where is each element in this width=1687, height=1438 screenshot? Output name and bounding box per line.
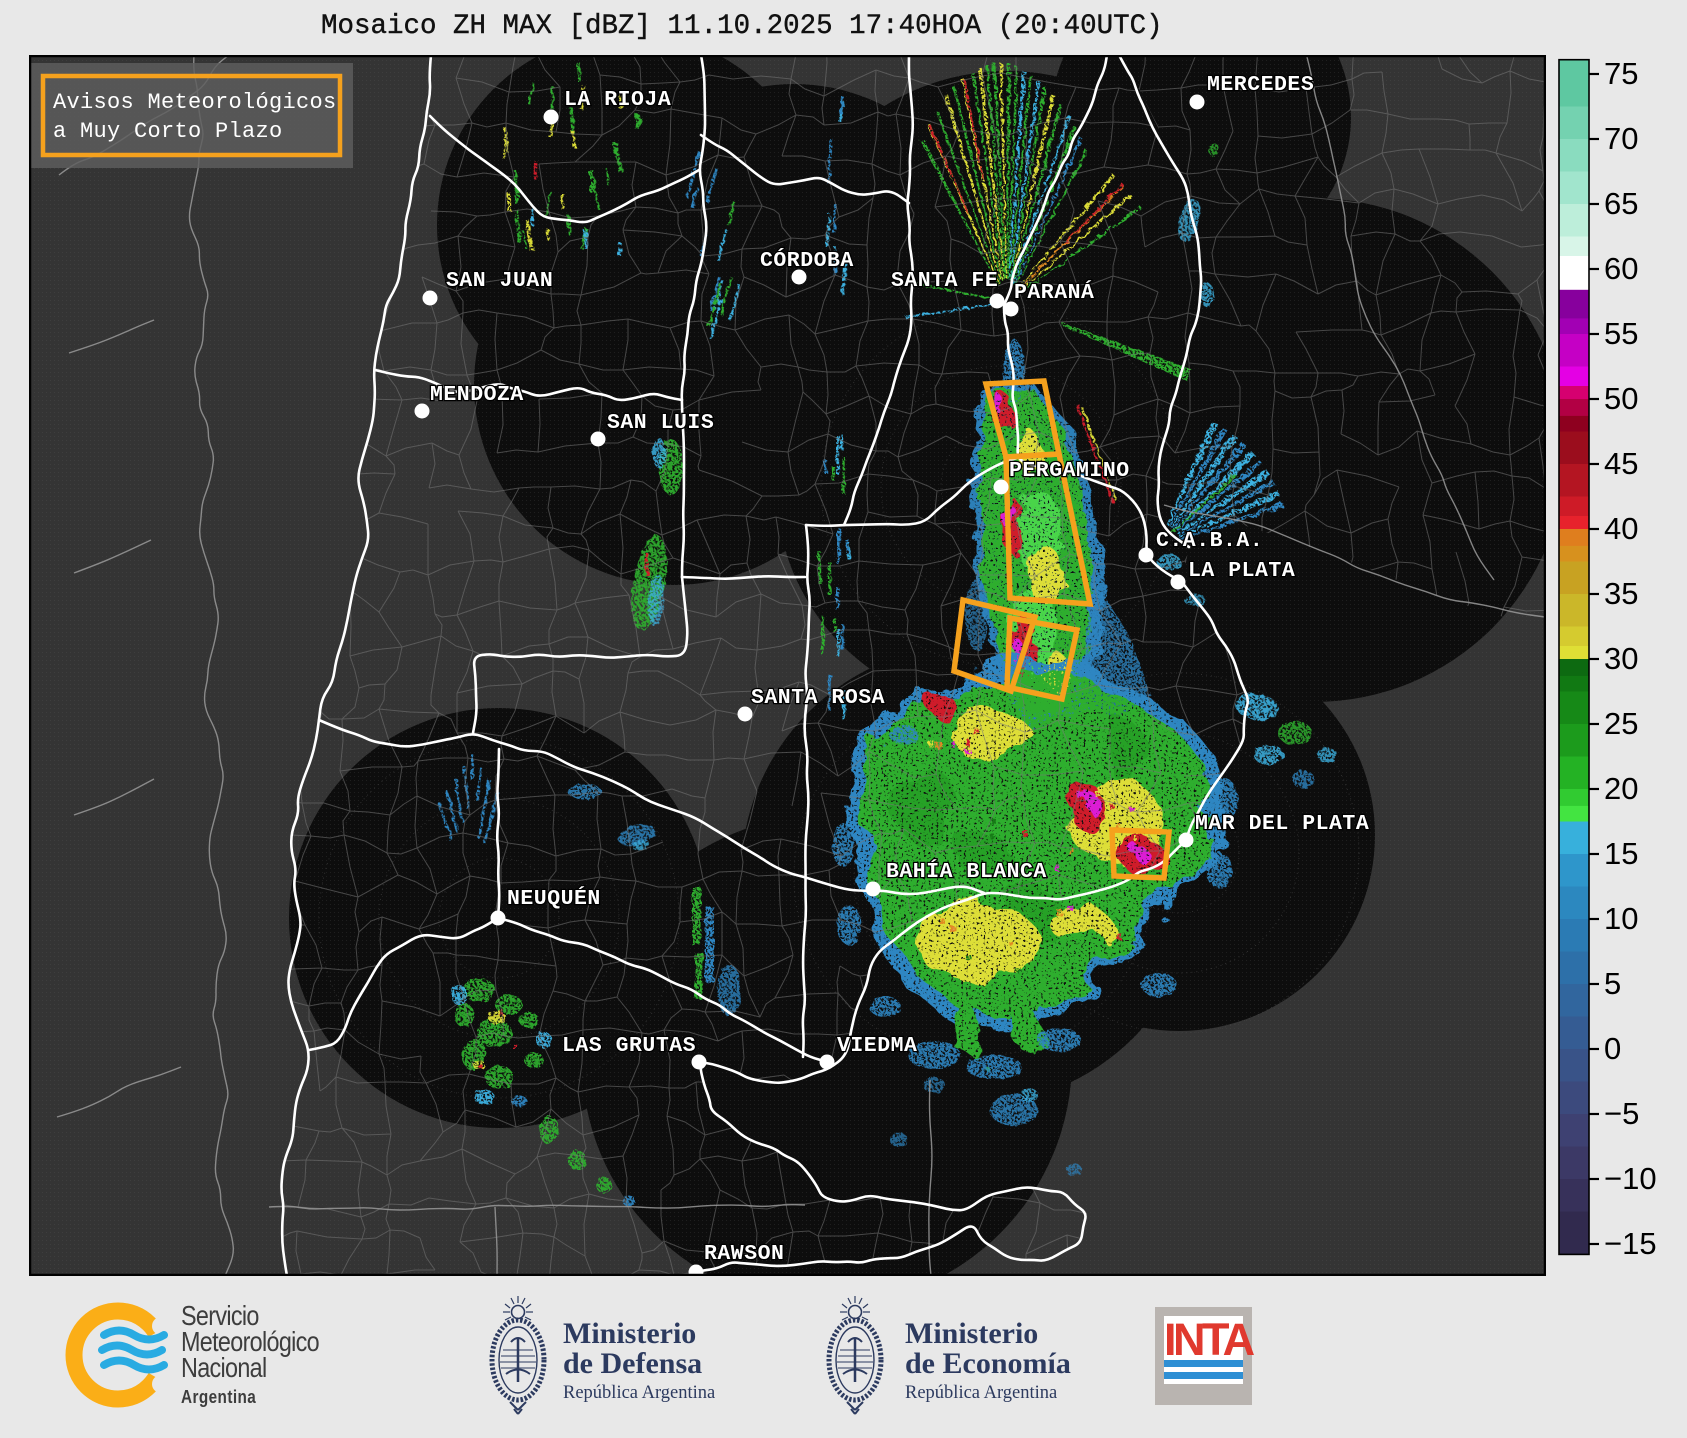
svg-text:MERCEDES: MERCEDES — [1207, 73, 1314, 97]
svg-text:Avisos Meteorológicos: Avisos Meteorológicos — [53, 90, 337, 115]
svg-text:LAS GRUTAS: LAS GRUTAS — [562, 1034, 696, 1058]
svg-text:60: 60 — [1604, 251, 1638, 286]
svg-text:5: 5 — [1604, 966, 1621, 1001]
svg-text:PARANÁ: PARANÁ — [1014, 279, 1094, 305]
svg-text:SANTA FE: SANTA FE — [891, 269, 998, 293]
svg-text:LA PLATA: LA PLATA — [1188, 559, 1295, 583]
svg-text:75: 75 — [1604, 56, 1638, 91]
svg-text:45: 45 — [1604, 446, 1638, 481]
svg-text:70: 70 — [1604, 121, 1638, 156]
svg-text:RAWSON: RAWSON — [704, 1242, 784, 1266]
svg-text:SAN JUAN: SAN JUAN — [446, 269, 553, 293]
svg-text:MAR DEL PLATA: MAR DEL PLATA — [1195, 812, 1369, 836]
svg-text:65: 65 — [1604, 186, 1638, 221]
svg-text:30: 30 — [1604, 641, 1638, 676]
svg-text:LA RIOJA: LA RIOJA — [564, 88, 671, 112]
svg-text:10: 10 — [1604, 901, 1638, 936]
svg-text:SAN LUIS: SAN LUIS — [607, 411, 714, 435]
svg-text:20: 20 — [1604, 771, 1638, 806]
svg-text:−10: −10 — [1604, 1161, 1657, 1196]
svg-text:MENDOZA: MENDOZA — [430, 383, 524, 407]
svg-text:PERGAMINO: PERGAMINO — [1009, 459, 1130, 483]
svg-text:C.A.B.A.: C.A.B.A. — [1156, 529, 1263, 553]
svg-text:40: 40 — [1604, 511, 1638, 546]
svg-text:25: 25 — [1604, 706, 1638, 741]
svg-text:CÓRDOBA: CÓRDOBA — [760, 247, 854, 273]
svg-text:BAHÍA BLANCA: BAHÍA BLANCA — [886, 858, 1047, 884]
svg-text:0: 0 — [1604, 1031, 1621, 1066]
svg-text:−15: −15 — [1604, 1226, 1657, 1261]
svg-text:VIEDMA: VIEDMA — [837, 1034, 917, 1058]
svg-text:SANTA ROSA: SANTA ROSA — [751, 686, 885, 710]
svg-text:a Muy Corto Plazo: a Muy Corto Plazo — [53, 119, 283, 144]
svg-text:50: 50 — [1604, 381, 1638, 416]
svg-text:35: 35 — [1604, 576, 1638, 611]
svg-text:15: 15 — [1604, 836, 1638, 871]
svg-text:NEUQUÉN: NEUQUÉN — [507, 885, 601, 911]
svg-text:−5: −5 — [1604, 1096, 1639, 1131]
svg-text:55: 55 — [1604, 316, 1638, 351]
